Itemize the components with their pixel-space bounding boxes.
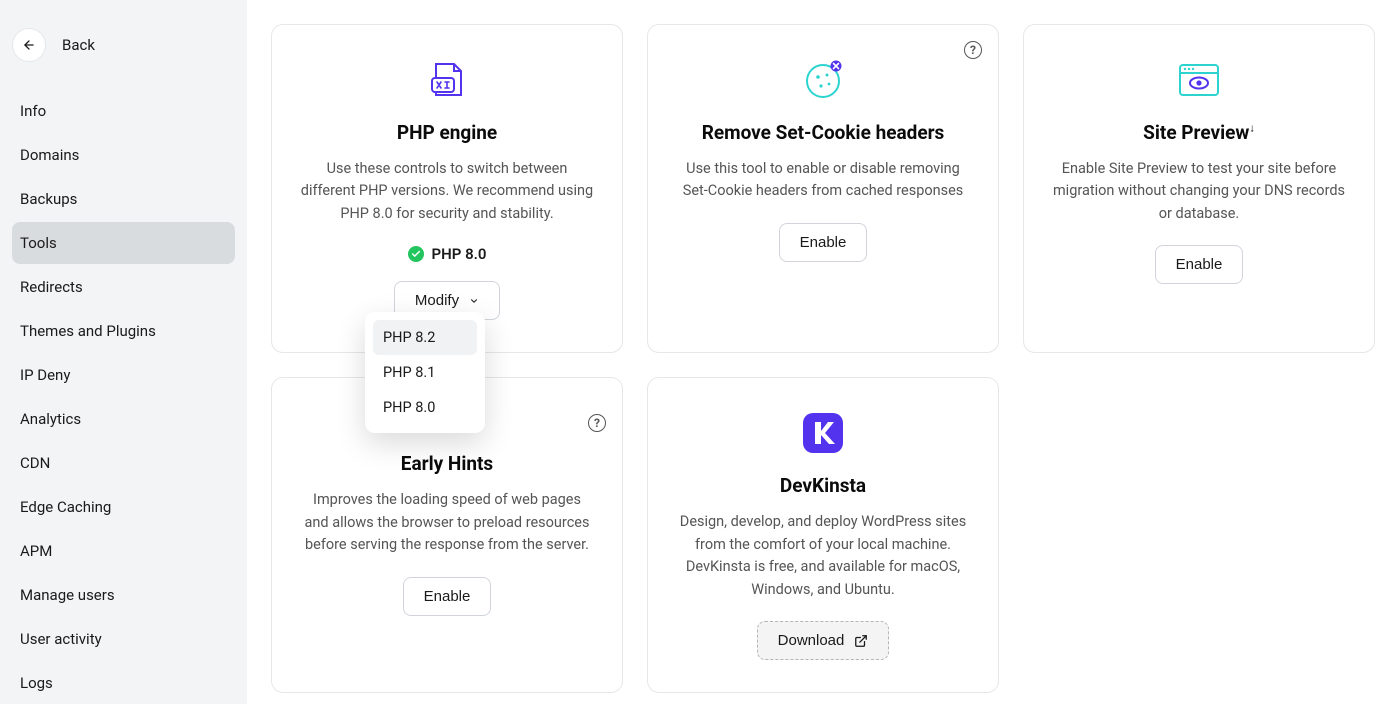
main-content: PHP engine Use these controls to switch … xyxy=(247,0,1400,704)
sidebar-item-cdn[interactable]: CDN xyxy=(12,442,235,484)
sidebar-item-logs[interactable]: Logs xyxy=(12,662,235,704)
enable-label: Enable xyxy=(1176,256,1223,273)
enable-site-preview-button[interactable]: Enable xyxy=(1155,245,1244,284)
sidebar-item-ip-deny[interactable]: IP Deny xyxy=(12,354,235,396)
site-preview-title-suffix: ↓ xyxy=(1249,122,1255,135)
devkinsta-description: Design, develop, and deploy WordPress si… xyxy=(676,511,970,601)
help-icon[interactable]: ? xyxy=(588,414,606,432)
dropdown-item-php81[interactable]: PHP 8.1 xyxy=(373,355,477,390)
enable-remove-cookie-button[interactable]: Enable xyxy=(779,223,868,262)
enable-early-hints-button[interactable]: Enable xyxy=(403,577,492,616)
sidebar-item-redirects[interactable]: Redirects xyxy=(12,266,235,308)
card-remove-cookie: ? Remove Set-Cookie headers Use this too… xyxy=(647,24,999,353)
sidebar-item-apm[interactable]: APM xyxy=(12,530,235,572)
help-icon[interactable]: ? xyxy=(964,41,982,59)
back-label: Back xyxy=(62,36,95,54)
sidebar-item-info[interactable]: Info xyxy=(12,90,235,132)
card-devkinsta: DevKinsta Design, develop, and deploy Wo… xyxy=(647,377,999,693)
dropdown-item-php82[interactable]: PHP 8.2 xyxy=(373,320,477,355)
back-row: Back xyxy=(12,24,235,82)
remove-cookie-title: Remove Set-Cookie headers xyxy=(702,121,945,144)
remove-cookie-description: Use this tool to enable or disable remov… xyxy=(676,158,970,203)
php-status-text: PHP 8.0 xyxy=(432,245,487,263)
browser-eye-icon xyxy=(1178,57,1220,103)
site-preview-title-text: Site Preview xyxy=(1143,121,1249,144)
site-preview-title: Site Preview↓ xyxy=(1143,121,1255,144)
sidebar-item-edge-caching[interactable]: Edge Caching xyxy=(12,486,235,528)
devkinsta-title: DevKinsta xyxy=(780,474,866,497)
php-status-row: PHP 8.0 xyxy=(408,245,487,263)
sidebar-item-user-activity[interactable]: User activity xyxy=(12,618,235,660)
sidebar-item-backups[interactable]: Backups xyxy=(12,178,235,220)
check-circle-icon xyxy=(408,246,424,262)
download-label: Download xyxy=(778,632,845,649)
site-preview-description: Enable Site Preview to test your site be… xyxy=(1052,158,1346,225)
sidebar: Back Info Domains Backups Tools Redirect… xyxy=(0,0,247,704)
enable-label: Enable xyxy=(800,234,847,251)
sidebar-item-domains[interactable]: Domains xyxy=(12,134,235,176)
card-php-engine: PHP engine Use these controls to switch … xyxy=(271,24,623,353)
external-link-icon xyxy=(854,634,868,648)
sidebar-item-analytics[interactable]: Analytics xyxy=(12,398,235,440)
enable-label: Enable xyxy=(424,588,471,605)
arrow-left-icon xyxy=(22,38,36,52)
dropdown-item-php80[interactable]: PHP 8.0 xyxy=(373,390,477,425)
card-site-preview: Site Preview↓ Enable Site Preview to tes… xyxy=(1023,24,1375,353)
download-devkinsta-button[interactable]: Download xyxy=(757,621,890,660)
sidebar-item-manage-users[interactable]: Manage users xyxy=(12,574,235,616)
early-hints-description: Improves the loading speed of web pages … xyxy=(300,489,594,556)
php-version-dropdown: PHP 8.2 PHP 8.1 PHP 8.0 xyxy=(365,312,485,433)
devkinsta-logo-icon xyxy=(801,410,845,456)
early-hints-title: Early Hints xyxy=(401,452,493,475)
php-file-icon xyxy=(430,57,464,103)
chevron-down-icon xyxy=(469,296,479,306)
modify-button-label: Modify xyxy=(415,292,459,309)
php-engine-description: Use these controls to switch between dif… xyxy=(300,158,594,225)
sidebar-item-themes-plugins[interactable]: Themes and Plugins xyxy=(12,310,235,352)
cookie-icon xyxy=(803,57,843,103)
back-button[interactable] xyxy=(12,28,46,62)
sidebar-item-tools[interactable]: Tools xyxy=(12,222,235,264)
php-engine-title: PHP engine xyxy=(397,121,497,144)
